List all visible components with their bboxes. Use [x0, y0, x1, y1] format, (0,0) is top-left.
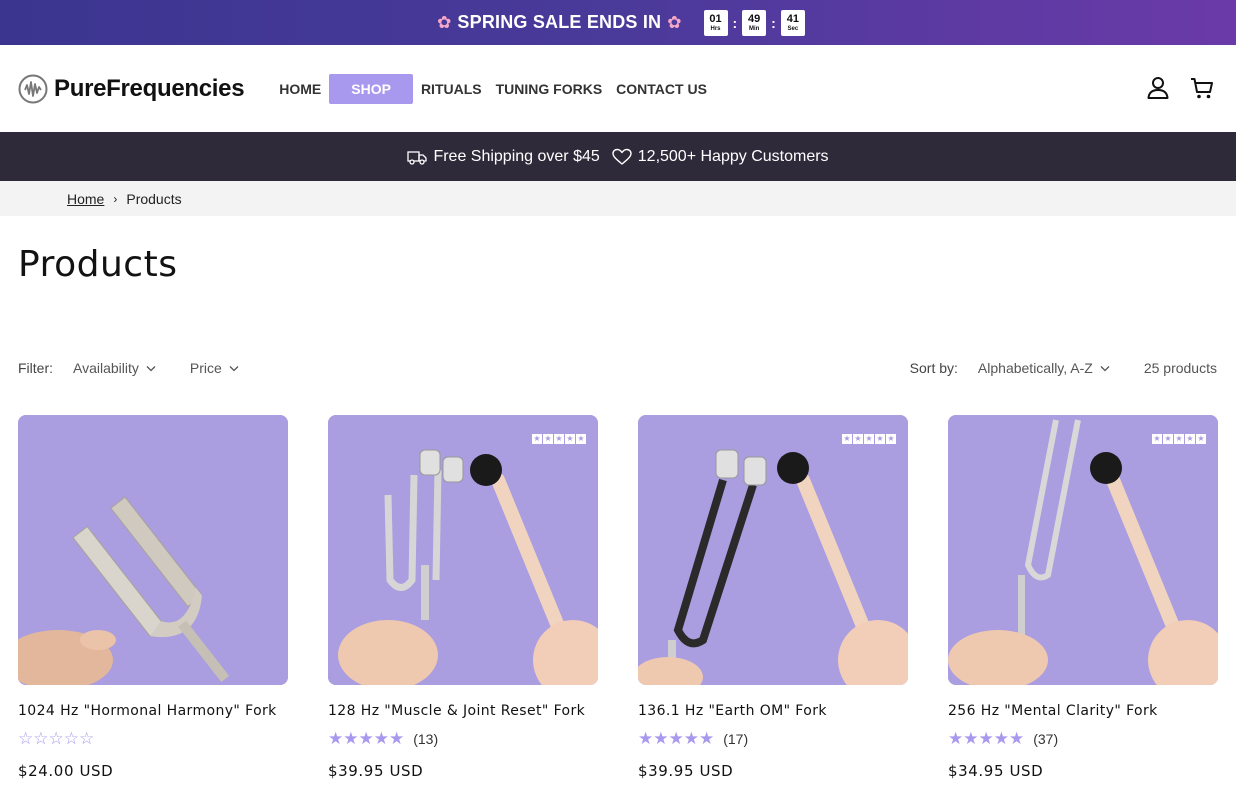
product-card[interactable]: 1024 Hz "Hormonal Harmony" Fork ☆☆☆☆☆ $2…	[18, 415, 288, 780]
tuning-fork-mallet-illustration	[328, 415, 598, 685]
happy-customers-text: 12,500+ Happy Customers	[637, 147, 829, 165]
product-image[interactable]: ★ ★ ★ ★ ★	[638, 415, 908, 685]
chevron-down-icon	[1100, 365, 1110, 371]
rating-stars: ★★★★★	[328, 728, 405, 749]
cherry-blossom-icon: ✿	[437, 12, 452, 33]
timer-seconds: 41 Sec	[780, 9, 805, 36]
product-grid: 1024 Hz "Hormonal Harmony" Fork ☆☆☆☆☆ $2…	[18, 415, 1218, 780]
product-rating: ★★★★★ (37)	[948, 730, 1218, 748]
product-price: $39.95 USD	[638, 762, 734, 780]
cart-icon[interactable]	[1190, 75, 1214, 101]
sort-area: Sort by: Alphabetically, A-Z 25 products	[910, 360, 1217, 376]
breadcrumb-current: Products	[126, 190, 182, 207]
tuning-fork-mallet-illustration	[948, 415, 1218, 685]
product-price: $34.95 USD	[948, 762, 1044, 780]
rating-stars: ★★★★★	[638, 728, 715, 749]
tuning-fork-illustration	[18, 415, 288, 685]
header-icons	[1146, 75, 1214, 101]
site-header: PureFrequencies HOME SHOP RITUALS TUNING…	[0, 45, 1236, 132]
filter-sort-bar: Filter: Availability Price Sort by: Alph…	[18, 357, 1217, 379]
sort-select[interactable]: Alphabetically, A-Z	[978, 360, 1110, 376]
chevron-down-icon	[229, 365, 239, 371]
filter-label: Filter:	[18, 360, 53, 376]
nav-rituals[interactable]: RITUALS	[414, 74, 489, 104]
breadcrumb-separator: ›	[113, 191, 118, 206]
rating-stars: ★★★★★	[948, 728, 1025, 749]
availability-filter[interactable]: Availability	[73, 360, 156, 376]
timer-separator: :	[771, 14, 776, 31]
tuning-fork-mallet-illustration	[638, 415, 908, 685]
product-title[interactable]: 256 Hz "Mental Clarity" Fork	[948, 703, 1218, 721]
breadcrumb-home-link[interactable]: Home	[67, 191, 104, 207]
review-count[interactable]: (13)	[413, 731, 438, 747]
announcement-bar: ✿ SPRING SALE ENDS IN ✿ 01 Hrs : 49 Min …	[0, 0, 1236, 45]
trust-bar: Free Shipping over $45 12,500+ Happy Cus…	[0, 132, 1236, 181]
product-image[interactable]: ★ ★ ★ ★ ★	[328, 415, 598, 685]
product-rating: ★★★★★ (13)	[328, 730, 598, 748]
review-stars-badge: ★ ★ ★ ★ ★	[532, 434, 586, 444]
product-title[interactable]: 136.1 Hz "Earth OM" Fork	[638, 703, 908, 721]
nav-home[interactable]: HOME	[272, 74, 328, 104]
review-stars-badge: ★ ★ ★ ★ ★	[1152, 434, 1206, 444]
nav-shop[interactable]: SHOP	[329, 73, 413, 104]
product-card[interactable]: ★ ★ ★ ★ ★ 128 Hz "Muscle & Joint Reset" Fork…	[328, 415, 598, 780]
availability-label: Availability	[73, 360, 139, 376]
happy-customers-item: 12,500+ Happy Customers	[612, 148, 829, 166]
product-price: $39.95 USD	[328, 762, 424, 780]
price-filter-label: Price	[189, 360, 222, 376]
rating-stars-empty: ☆☆☆☆☆	[18, 728, 95, 749]
product-image[interactable]	[18, 415, 288, 685]
review-count[interactable]: (37)	[1033, 731, 1058, 747]
product-title[interactable]: 1024 Hz "Hormonal Harmony" Fork	[18, 703, 288, 721]
product-image[interactable]: ★ ★ ★ ★ ★	[948, 415, 1218, 685]
free-shipping-text: Free Shipping over $45	[433, 147, 600, 165]
truck-icon	[407, 150, 428, 165]
page-title: Products	[18, 244, 178, 285]
review-count[interactable]: (17)	[723, 731, 748, 747]
free-shipping-item: Free Shipping over $45	[407, 147, 600, 166]
logo-text: PureFrequencies	[54, 74, 245, 102]
product-rating: ☆☆☆☆☆	[18, 730, 288, 748]
product-rating: ★★★★★ (17)	[638, 730, 908, 748]
countdown-timer: 01 Hrs : 49 Min : 41 Sec	[703, 9, 805, 36]
breadcrumb: Home › Products	[0, 181, 1236, 216]
timer-hours: 01 Hrs	[703, 9, 728, 36]
product-card[interactable]: ★ ★ ★ ★ ★ 256 Hz "Mental Clarity" Fork ★★★★★…	[948, 415, 1218, 780]
review-stars-badge: ★ ★ ★ ★ ★	[842, 434, 896, 444]
timer-minutes: 49 Min	[742, 9, 767, 36]
nav-tuning-forks[interactable]: TUNING FORKS	[489, 74, 610, 104]
sort-value: Alphabetically, A-Z	[977, 360, 1093, 376]
site-logo[interactable]: PureFrequencies	[18, 74, 245, 104]
product-title[interactable]: 128 Hz "Muscle & Joint Reset" Fork	[328, 703, 598, 721]
account-icon[interactable]	[1146, 75, 1170, 101]
cherry-blossom-icon: ✿	[667, 12, 682, 33]
product-count: 25 products	[1143, 360, 1217, 376]
main-nav: HOME SHOP RITUALS TUNING FORKS CONTACT U…	[272, 73, 714, 104]
sort-label: Sort by:	[909, 360, 958, 376]
promo-text: SPRING SALE ENDS IN	[457, 12, 662, 32]
logo-wave-icon	[18, 74, 48, 103]
heart-icon	[612, 148, 632, 165]
nav-contact-us[interactable]: CONTACT US	[609, 74, 714, 104]
chevron-down-icon	[146, 365, 156, 371]
product-card[interactable]: ★ ★ ★ ★ ★ 136.1 Hz "Earth OM" Fork ★★★★★ (17…	[638, 415, 908, 780]
timer-separator: :	[732, 14, 738, 31]
price-filter[interactable]: Price	[190, 360, 239, 376]
product-price: $24.00 USD	[18, 762, 114, 780]
